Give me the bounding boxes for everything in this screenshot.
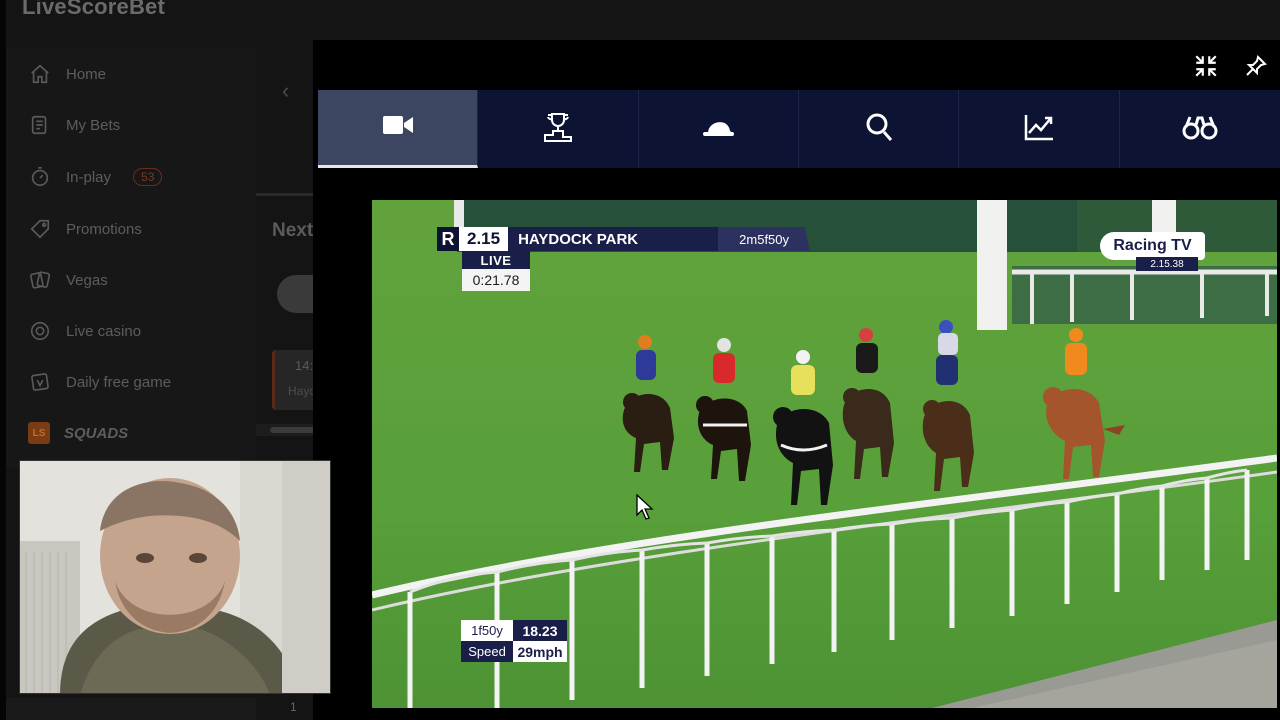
race-distance: 2m5f50y — [718, 227, 811, 251]
minimize-icon[interactable] — [1192, 52, 1220, 80]
sidebar-item-label: My Bets — [66, 116, 121, 134]
race-stream-player: R 2.15 HAYDOCK PARK 2m5f50y LIVE 0:21.78… — [313, 40, 1280, 720]
sidebar-item-label: In-play — [66, 168, 112, 186]
chip-icon — [28, 319, 52, 343]
gift-cards-icon — [28, 370, 52, 394]
search-icon — [865, 112, 893, 147]
next-races-heading: Next — [272, 220, 314, 241]
sidebar-item-home[interactable]: Home — [28, 62, 106, 86]
sidebar-item-label: Home — [66, 65, 107, 83]
sidebar-item-daily-free-game[interactable]: Daily free game — [28, 370, 171, 394]
squads-logo: LS — [28, 422, 50, 444]
bottom-bar — [6, 698, 256, 720]
channel-name: Racing TV — [1100, 232, 1205, 260]
in-play-count-badge: 53 — [133, 168, 163, 186]
player-top-bar — [313, 40, 1280, 90]
race-video[interactable]: R 2.15 HAYDOCK PARK 2m5f50y LIVE 0:21.78… — [372, 200, 1277, 708]
trend-chart-icon — [1023, 113, 1055, 146]
cards-icon — [28, 268, 52, 292]
chevron-left-icon[interactable]: ‹ — [282, 78, 289, 104]
tab-runners[interactable] — [639, 90, 800, 168]
race-time: 2.15 — [459, 227, 509, 251]
carousel-scrollbar[interactable] — [256, 424, 318, 436]
tag-icon — [28, 217, 52, 241]
sidebar-item-my-bets[interactable]: My Bets — [28, 113, 120, 137]
race-course: HAYDOCK PARK — [508, 227, 719, 251]
speed-label: Speed — [461, 641, 513, 662]
mouse-cursor-icon — [636, 493, 654, 520]
webcam-feed — [19, 460, 331, 694]
site-logo[interactable]: LiveScoreBet — [22, 0, 165, 20]
broadcaster-mark: R — [437, 227, 459, 251]
channel-logo: Racing TV 2.15.38 — [1100, 232, 1205, 271]
sidebar-item-vegas[interactable]: Vegas — [28, 268, 108, 292]
channel-clock: 2.15.38 — [1136, 257, 1198, 271]
divider — [256, 193, 318, 196]
video-camera-icon — [382, 113, 414, 142]
home-icon — [28, 62, 52, 86]
race-card-course: Hayd — [288, 384, 317, 398]
sidebar-item-label: Vegas — [66, 271, 108, 289]
sidebar-item-label: SQUADS — [64, 424, 129, 442]
tab-video[interactable] — [318, 90, 479, 168]
speed-value: 29mph — [513, 641, 567, 662]
stopwatch-icon — [28, 165, 52, 189]
podium-trophy-icon — [542, 111, 574, 148]
jockey-cap-icon — [700, 115, 736, 144]
sidebar-item-live-casino[interactable]: Live casino — [28, 319, 141, 343]
tab-stats[interactable] — [959, 90, 1120, 168]
screen: LiveScoreBet Home My Bets In-play 53 Pro… — [0, 0, 1280, 720]
sidebar-item-label: Promotions — [66, 220, 142, 238]
speed-row: Speed 29mph — [461, 641, 567, 662]
sidebar-item-label: Live casino — [66, 322, 142, 340]
race-card-time: 14: — [295, 358, 314, 373]
sectional-distance-label: 1f50y — [461, 620, 513, 641]
player-tabs — [318, 90, 1280, 168]
sidebar-item-squads[interactable]: LS SQUADS — [28, 422, 128, 444]
sidebar-item-in-play[interactable]: In-play 53 — [28, 165, 163, 189]
sectional-times: 1f50y 18.23 Speed 29mph — [461, 620, 567, 662]
race-info-bar: R 2.15 HAYDOCK PARK 2m5f50y — [437, 227, 811, 251]
sidebar-item-promotions[interactable]: Promotions — [28, 217, 142, 241]
binoculars-icon — [1182, 113, 1218, 146]
bets-slip-icon — [28, 113, 52, 137]
webcam-image — [20, 461, 330, 693]
race-timer: 0:21.78 — [462, 269, 530, 291]
sidebar: Home My Bets In-play 53 Promotions Vegas… — [6, 48, 256, 468]
live-badge: LIVE — [462, 251, 530, 269]
pin-icon[interactable] — [1242, 52, 1270, 80]
tab-results[interactable] — [478, 90, 639, 168]
sectional-row: 1f50y 18.23 — [461, 620, 567, 641]
sectional-distance-time: 18.23 — [513, 620, 567, 641]
tab-search[interactable] — [799, 90, 960, 168]
tab-tracker[interactable] — [1120, 90, 1280, 168]
bottom-count: 1 — [290, 700, 297, 714]
sidebar-item-label: Daily free game — [66, 373, 172, 391]
